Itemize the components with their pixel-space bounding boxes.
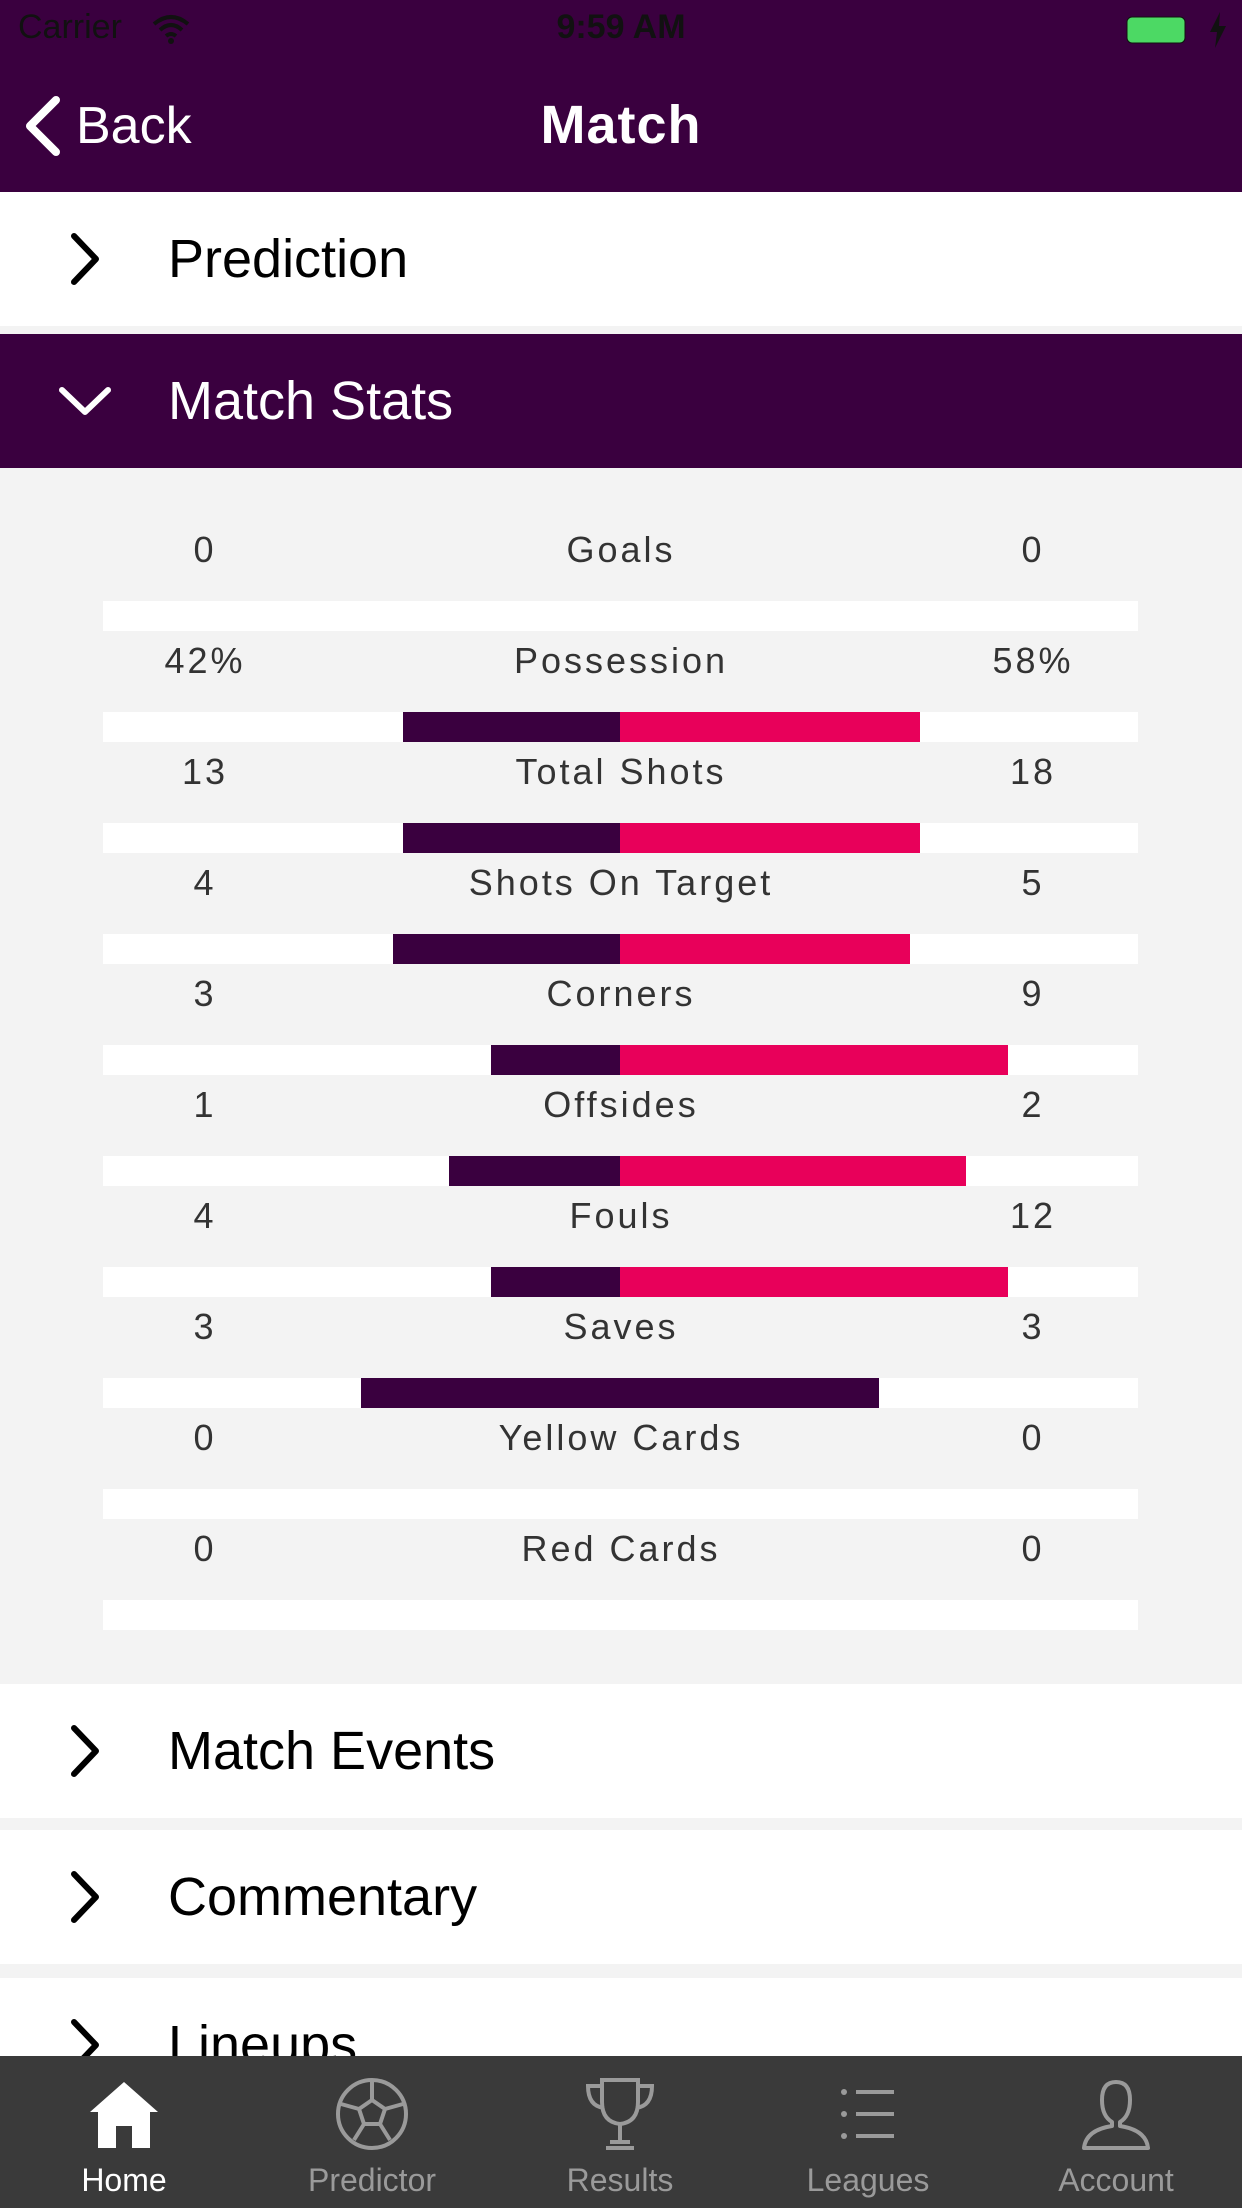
chevron-right-icon [71, 1871, 99, 1923]
stat-comparison-bar [103, 1045, 1138, 1075]
stat-away-value: 3 [1021, 1306, 1045, 1347]
stat-away-value: 5 [1021, 862, 1045, 903]
stat-name: Fouls [569, 1195, 673, 1236]
stat-away-value: 0 [1021, 1528, 1045, 1569]
stat-comparison-bar [103, 823, 1138, 853]
trophy-icon [585, 2078, 655, 2150]
tab-results[interactable]: Results [496, 2056, 744, 2208]
stat-away-value: 2 [1021, 1084, 1045, 1125]
chevron-right-icon [71, 233, 99, 285]
stat-home-bar [361, 1378, 620, 1408]
stat-home-value: 3 [193, 973, 217, 1014]
tab-predictor[interactable]: Predictor [248, 2056, 496, 2208]
stat-away-bar [620, 823, 920, 853]
stat-name: Possession [513, 640, 729, 681]
stat-home-value: 3 [193, 1306, 217, 1347]
stat-home-bar [403, 823, 620, 853]
stat-name: Goals [566, 529, 676, 570]
stat-away-bar [620, 712, 920, 742]
stat-name: Red Cards [521, 1528, 721, 1569]
stat-home-value: 0 [193, 1528, 217, 1569]
stat-home-bar [393, 934, 620, 964]
stat-comparison-bar [103, 1600, 1138, 1630]
stat-row: 1 Offsides 2 [0, 1075, 1242, 1186]
user-icon [1082, 2080, 1150, 2150]
page-title: Match [540, 95, 702, 155]
stat-home-bar [491, 1045, 620, 1075]
stat-away-value: 12 [1009, 1195, 1057, 1236]
stat-comparison-bar [103, 1489, 1138, 1519]
stat-comparison-bar [103, 1267, 1138, 1297]
tab-label-predictor: Predictor [307, 2162, 437, 2198]
stat-name: Shots On Target [468, 862, 774, 903]
section-prediction[interactable]: Prediction [0, 192, 1242, 326]
stat-row: 0 Yellow Cards 0 [0, 1408, 1242, 1519]
tab-bar: Home Predictor Results Leagues Account [0, 2056, 1242, 2208]
stat-row: 0 Goals 0 [0, 520, 1242, 631]
stat-home-value: 0 [193, 529, 217, 570]
battery-icon [1126, 16, 1186, 44]
stat-name: Corners [546, 973, 696, 1014]
stat-home-value: 4 [193, 1195, 217, 1236]
stat-row: 4 Shots On Target 5 [0, 853, 1242, 964]
stat-name: Total Shots [515, 751, 727, 792]
tab-label-home: Home [81, 2162, 167, 2198]
navigation-bar: Back Match [0, 62, 1242, 192]
stat-name: Offsides [543, 1084, 699, 1125]
stat-away-value: 9 [1021, 973, 1045, 1014]
stat-home-bar [403, 712, 620, 742]
chevron-down-icon [59, 387, 111, 415]
tab-label-account: Account [1058, 2162, 1174, 2198]
tab-leagues[interactable]: Leagues [744, 2056, 992, 2208]
section-label-match-events: Match Events [168, 1721, 496, 1781]
stat-row: 4 Fouls 12 [0, 1186, 1242, 1297]
ball-icon [336, 2078, 408, 2150]
match-stats-panel: 0 Goals 0 42% Possession 58% 13 Total Shots 18 4 S… [0, 468, 1242, 1684]
section-label-match-stats: Match Stats [168, 371, 454, 431]
stat-row: 13 Total Shots 18 [0, 742, 1242, 853]
section-label-commentary: Commentary [168, 1867, 478, 1927]
stat-away-bar [620, 1156, 966, 1186]
list-icon [841, 2089, 894, 2139]
stat-row: 3 Saves 3 [0, 1297, 1242, 1408]
status-bar: Carrier 9:59 AM [0, 0, 1242, 62]
stat-name: Yellow Cards [498, 1417, 744, 1458]
tab-account[interactable]: Account [992, 2056, 1240, 2208]
stat-away-bar [620, 1045, 1008, 1075]
stat-away-value: 18 [1009, 751, 1057, 792]
stat-away-bar [620, 1267, 1008, 1297]
stat-comparison-bar [103, 601, 1138, 631]
stat-away-value: 0 [1021, 1417, 1045, 1458]
stat-home-bar [449, 1156, 620, 1186]
stat-home-value: 0 [193, 1417, 217, 1458]
stat-home-value: 4 [193, 862, 217, 903]
stat-row: 42% Possession 58% [0, 631, 1242, 742]
stat-name: Saves [563, 1306, 679, 1347]
section-match-events[interactable]: Match Events [0, 1684, 1242, 1818]
stat-comparison-bar [103, 1378, 1138, 1408]
section-label-prediction: Prediction [168, 229, 409, 289]
chevron-right-icon [71, 1725, 99, 1777]
stat-comparison-bar [103, 712, 1138, 742]
status-time: 9:59 AM [556, 8, 686, 46]
tab-label-results: Results [566, 2162, 674, 2198]
stat-home-bar [491, 1267, 620, 1297]
charging-icon [1210, 12, 1226, 48]
stat-comparison-bar [103, 1156, 1138, 1186]
section-commentary[interactable]: Commentary [0, 1830, 1242, 1964]
stat-away-bar [620, 1378, 879, 1408]
stat-comparison-bar [103, 934, 1138, 964]
stat-home-value: 1 [193, 1084, 217, 1125]
stat-home-value: 42% [164, 640, 246, 681]
tab-home[interactable]: Home [0, 2056, 248, 2208]
stat-row: 3 Corners 9 [0, 964, 1242, 1075]
tab-label-leagues: Leagues [806, 2162, 930, 2198]
stat-row: 0 Red Cards 0 [0, 1519, 1242, 1630]
stat-home-value: 13 [181, 751, 229, 792]
stat-away-value: 58% [992, 640, 1074, 681]
home-icon [90, 2082, 158, 2148]
stat-away-value: 0 [1021, 529, 1045, 570]
section-match-stats[interactable]: Match Stats [0, 334, 1242, 468]
stat-away-bar [620, 934, 910, 964]
